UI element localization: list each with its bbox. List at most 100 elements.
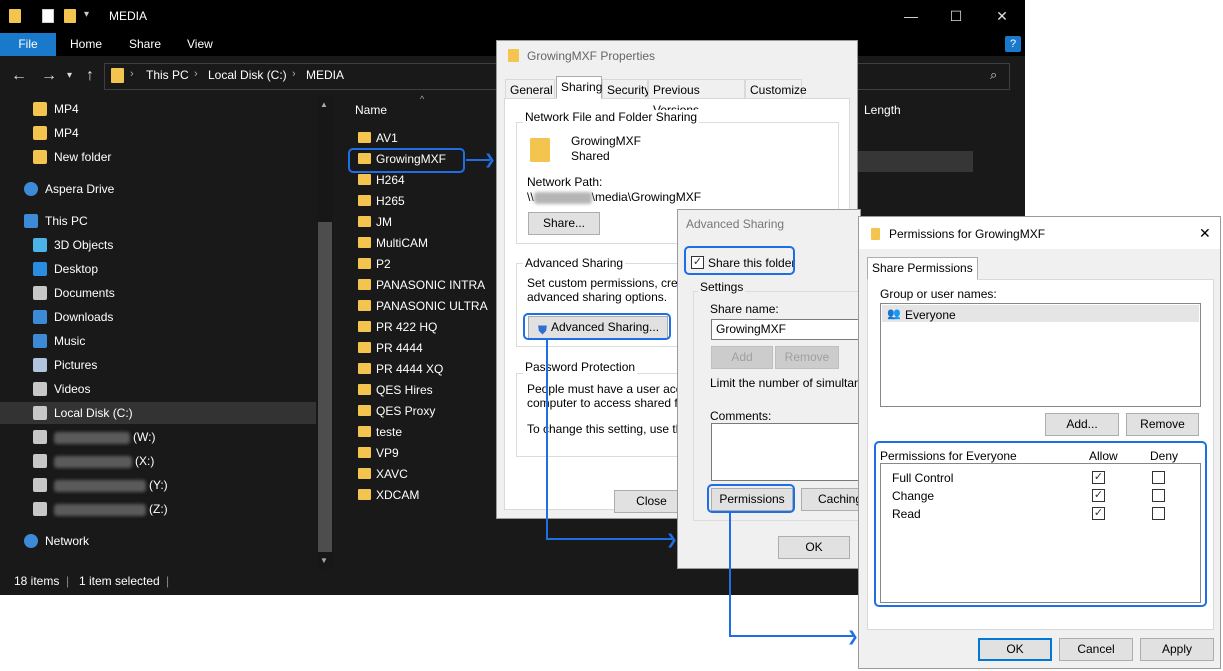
up-icon[interactable]: ↑: [86, 67, 94, 85]
share-name-input[interactable]: GrowingMXF: [711, 319, 861, 340]
list-item[interactable]: H265: [358, 191, 405, 212]
sidebar-item-text: Aspera Drive: [45, 182, 115, 196]
forward-icon[interactable]: →: [41, 67, 57, 85]
breadcrumb-media[interactable]: MEDIA: [306, 68, 344, 82]
sidebar-item-15[interactable]: (Y:): [25, 474, 316, 496]
comments-textarea[interactable]: [711, 423, 861, 481]
breadcrumb-local-disk[interactable]: Local Disk (C:): [208, 68, 287, 82]
sidebar-item-text: Documents: [54, 286, 115, 300]
cancel-button[interactable]: Cancel: [1059, 638, 1133, 661]
help-icon[interactable]: ?: [1005, 36, 1021, 52]
column-header-name[interactable]: Name: [355, 103, 387, 117]
sidebar-item-16[interactable]: (Z:): [25, 498, 316, 520]
folder-icon: [358, 447, 371, 458]
minimize-icon[interactable]: —: [888, 4, 934, 28]
sidebar-item-0[interactable]: MP4: [25, 98, 316, 120]
list-item[interactable]: PR 4444 XQ: [358, 359, 443, 380]
sidebar-item-2[interactable]: New folder: [25, 146, 316, 168]
maximize-icon[interactable]: ☐: [933, 4, 979, 28]
remove-user-button[interactable]: Remove: [1126, 413, 1199, 436]
list-item[interactable]: QES Proxy: [358, 401, 435, 422]
sidebar-item-9[interactable]: Music: [25, 330, 316, 352]
file-name: PR 422 HQ: [376, 320, 438, 334]
tab-customize[interactable]: Customize: [745, 79, 807, 99]
tab-view[interactable]: View: [187, 33, 213, 56]
sidebar-item-13[interactable]: (W:): [25, 426, 316, 448]
redacted-server-name: [533, 191, 592, 204]
scroll-down-icon[interactable]: ▼: [320, 556, 328, 565]
properties-icon[interactable]: [42, 9, 54, 23]
list-item[interactable]: P2: [358, 254, 391, 275]
nav-scrollbar-thumb[interactable]: [318, 222, 332, 552]
list-item[interactable]: AV1: [358, 128, 398, 149]
sidebar-item-7[interactable]: Documents: [25, 282, 316, 304]
list-item[interactable]: XDCAM: [358, 485, 419, 506]
close-icon[interactable]: ✕: [979, 4, 1025, 28]
list-item[interactable]: VP9: [358, 443, 399, 464]
list-item[interactable]: QES Hires: [358, 380, 433, 401]
sidebar-item-3[interactable]: Aspera Drive: [16, 178, 316, 200]
window-title: MEDIA: [109, 9, 148, 23]
caching-button[interactable]: Caching: [801, 488, 863, 511]
properties-dialog-title: GrowingMXF Properties: [527, 49, 656, 63]
list-item[interactable]: PANASONIC ULTRA: [358, 296, 488, 317]
scroll-up-icon[interactable]: ▲: [320, 100, 328, 109]
search-icon[interactable]: ⌕: [990, 67, 997, 83]
list-item[interactable]: PR 422 HQ: [358, 317, 437, 338]
share-button[interactable]: Share...: [528, 212, 600, 235]
add-share-button[interactable]: Add: [711, 346, 773, 369]
chevron-down-icon[interactable]: ▾: [84, 9, 89, 20]
music-icon: [33, 334, 47, 348]
ok-button[interactable]: OK: [978, 638, 1052, 661]
list-item[interactable]: JM: [358, 212, 392, 233]
tab-home[interactable]: Home: [70, 33, 102, 56]
ok-button[interactable]: OK: [778, 536, 850, 559]
back-icon[interactable]: ←: [11, 67, 27, 85]
sidebar-item-12[interactable]: Local Disk (C:): [0, 402, 316, 424]
sidebar-item-text: This PC: [45, 214, 88, 228]
sidebar-item-5[interactable]: 3D Objects: [25, 234, 316, 256]
apply-button[interactable]: Apply: [1140, 638, 1214, 661]
tab-sharing[interactable]: Sharing: [556, 76, 602, 99]
tab-share[interactable]: Share: [129, 33, 161, 56]
file-name: H264: [376, 173, 405, 187]
column-header-length[interactable]: Length: [864, 103, 901, 117]
redacted-drive-name: [54, 455, 132, 468]
list-item[interactable]: teste: [358, 422, 402, 443]
sidebar-item-10[interactable]: Pictures: [25, 354, 316, 376]
list-item[interactable]: XAVC: [358, 464, 408, 485]
list-item[interactable]: H264: [358, 170, 405, 191]
add-user-button[interactable]: Add...: [1045, 413, 1119, 436]
callout-arrow-line: [729, 513, 731, 637]
sidebar-item-11[interactable]: Videos: [25, 378, 316, 400]
recent-locations-icon[interactable]: ▾: [67, 70, 72, 81]
breadcrumb-this-pc[interactable]: This PC: [146, 68, 189, 82]
sidebar-item-4[interactable]: This PC: [16, 210, 316, 232]
tab-share-permissions[interactable]: Share Permissions: [867, 257, 978, 280]
videos-icon: [33, 382, 47, 396]
folder-icon: [358, 363, 371, 374]
sidebar-item-14[interactable]: (X:): [25, 450, 316, 472]
tab-security[interactable]: Security: [602, 79, 650, 99]
sidebar-item-text: Videos: [54, 382, 91, 396]
status-item-count: 18 items: [14, 574, 60, 588]
3d-objects-icon: [33, 238, 47, 252]
remove-share-button[interactable]: Remove: [775, 346, 839, 369]
documents-icon: [33, 286, 47, 300]
list-item[interactable]: MultiCAM: [358, 233, 428, 254]
tab-previous-versions[interactable]: Previous Versions: [648, 79, 745, 117]
sidebar-item-8[interactable]: Downloads: [25, 306, 316, 328]
list-item[interactable]: PR 4444: [358, 338, 423, 359]
sidebar-item-6[interactable]: Desktop: [25, 258, 316, 280]
tab-general[interactable]: General: [505, 79, 555, 99]
sidebar-item-17[interactable]: Network: [16, 530, 316, 552]
sidebar-item-text: (W:): [133, 430, 156, 444]
new-folder-icon[interactable]: [64, 9, 76, 23]
tab-file[interactable]: File: [0, 33, 56, 56]
sidebar-item-label: (Y:): [54, 474, 168, 496]
sidebar-item-1[interactable]: MP4: [25, 122, 316, 144]
list-item[interactable]: PANASONIC INTRA: [358, 275, 485, 296]
password-protection-description: People must have a user accou: [527, 382, 696, 396]
close-icon[interactable]: ✕: [1199, 225, 1211, 242]
file-name: MultiCAM: [376, 236, 429, 250]
